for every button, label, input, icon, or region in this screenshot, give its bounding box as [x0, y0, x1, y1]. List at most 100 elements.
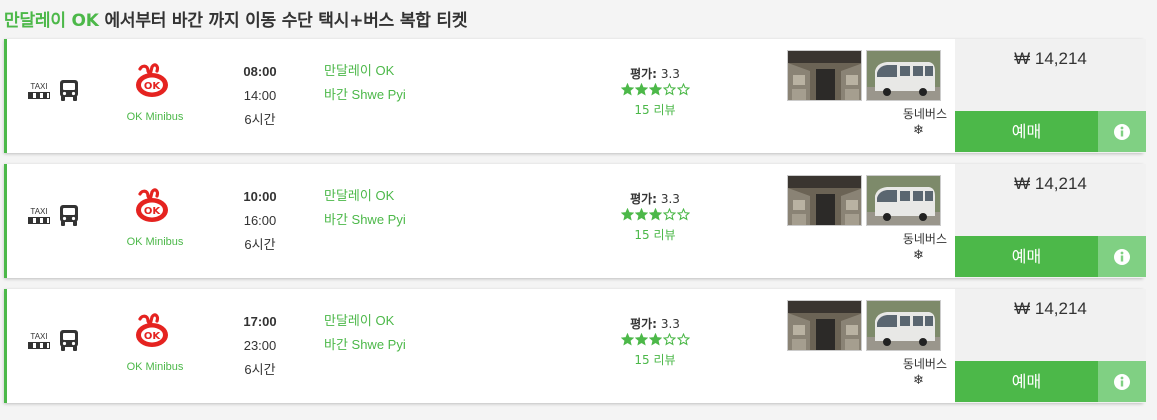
rating-stars	[605, 83, 705, 99]
reviews-link[interactable]: 15 리뷰	[605, 351, 705, 369]
star-icon	[648, 208, 662, 221]
duration: 6시간	[244, 237, 276, 252]
arrival-time: 23:00	[243, 338, 277, 353]
rating: 평가: 3.3 15 리뷰	[605, 65, 705, 119]
book-button[interactable]: 예매	[955, 361, 1098, 402]
trip-card: TAXI OK OK Minibus 10:00 16:00 6시간 만달레이 …	[4, 164, 1146, 278]
title-rest: 에서부터 바간 까지 이동 수단 택시+버스 복합 티켓	[104, 11, 468, 31]
taxi-label: TAXI	[30, 332, 48, 341]
star-icon	[634, 208, 648, 221]
star-icon	[620, 208, 634, 221]
rating: 평가: 3.3 15 리뷰	[605, 315, 705, 369]
taxi-label: TAXI	[30, 82, 48, 91]
svg-text:OK: OK	[144, 331, 162, 342]
star-icon	[676, 333, 690, 346]
star-icon	[634, 83, 648, 96]
departure-place[interactable]: 만달레이 OK	[324, 309, 406, 333]
star-icon	[648, 83, 662, 96]
transport-icons: TAXI	[27, 329, 79, 352]
departure-place[interactable]: 만달레이 OK	[324, 184, 406, 208]
star-icon	[676, 208, 690, 221]
info-icon	[1114, 123, 1130, 140]
snowflake-icon: ❄	[913, 248, 924, 263]
star-icon	[662, 208, 676, 221]
taxi-icon: TAXI	[27, 332, 51, 349]
price: ₩ 14,214	[1014, 299, 1087, 318]
rating-stars	[605, 333, 705, 349]
rating-value: 3.3	[660, 317, 680, 331]
price-panel: ₩ 14,214 예매	[955, 164, 1146, 278]
snowflake-icon: ❄	[913, 373, 924, 388]
trip-card: TAXI OK OK Minibus 17:00 23:00 6시간 만달레이 …	[4, 289, 1146, 403]
taxi-label: TAXI	[30, 207, 48, 216]
duration: 6시간	[244, 112, 276, 127]
schedule: 08:00 14:00 6시간	[222, 60, 298, 132]
bus-icon	[60, 80, 78, 101]
arrival-place[interactable]: 바간 Shwe Pyi	[324, 208, 406, 232]
info-icon	[1114, 373, 1130, 390]
schedule: 17:00 23:00 6시간	[222, 310, 298, 382]
reviews-link[interactable]: 15 리뷰	[605, 226, 705, 244]
bus-icon	[60, 330, 78, 351]
operator-name: OK Minibus	[126, 111, 184, 123]
bus-interior-photo[interactable]	[787, 300, 862, 351]
svg-text:OK: OK	[144, 206, 162, 217]
taxi-icon: TAXI	[27, 207, 51, 224]
bus-icon	[60, 205, 78, 226]
ok-logo: OK	[125, 63, 179, 103]
info-button[interactable]	[1098, 361, 1146, 402]
departure-time: 17:00	[243, 314, 277, 329]
departure-time: 08:00	[243, 64, 277, 79]
star-icon	[676, 83, 690, 96]
title-origin-suffix: OK	[71, 11, 99, 31]
svg-text:OK: OK	[144, 81, 162, 92]
transport-icons: TAXI	[27, 79, 79, 102]
rating-stars	[605, 208, 705, 224]
rating-label: 평가:	[630, 192, 657, 206]
snowflake-icon: ❄	[913, 123, 924, 138]
trip-card: TAXI OK OK Minibus 08:00 14:00 6시간 만달레이 …	[4, 39, 1146, 153]
company-name: 동네버스	[902, 232, 947, 246]
bus-exterior-photo[interactable]	[866, 175, 941, 226]
info-button[interactable]	[1098, 236, 1146, 277]
arrival-place[interactable]: 바간 Shwe Pyi	[324, 333, 406, 357]
star-icon	[648, 333, 662, 346]
operator-name: OK Minibus	[126, 361, 184, 373]
book-button[interactable]: 예매	[955, 111, 1098, 152]
company-name: 동네버스	[902, 107, 947, 121]
info-icon	[1114, 248, 1130, 265]
duration: 6시간	[244, 362, 276, 377]
ok-logo: OK	[125, 313, 179, 353]
company-name: 동네버스	[902, 357, 947, 371]
book-button[interactable]: 예매	[955, 236, 1098, 277]
star-icon	[620, 83, 634, 96]
rating-label: 평가:	[630, 317, 657, 331]
bus-exterior-photo[interactable]	[866, 50, 941, 101]
reviews-link[interactable]: 15 리뷰	[605, 101, 705, 119]
departure-time: 10:00	[243, 189, 277, 204]
star-icon	[662, 83, 676, 96]
operator-name: OK Minibus	[126, 236, 184, 248]
schedule: 10:00 16:00 6시간	[222, 185, 298, 257]
route-places: 만달레이 OK 바간 Shwe Pyi	[324, 59, 406, 107]
taxi-icon: TAXI	[27, 82, 51, 99]
info-button[interactable]	[1098, 111, 1146, 152]
price: ₩ 14,214	[1014, 49, 1087, 68]
star-icon	[634, 333, 648, 346]
arrival-time: 14:00	[243, 88, 277, 103]
ok-logo: OK	[125, 188, 179, 228]
title-origin: 만달레이	[4, 11, 66, 31]
arrival-time: 16:00	[243, 213, 277, 228]
rating-value: 3.3	[660, 67, 680, 81]
route-places: 만달레이 OK 바간 Shwe Pyi	[324, 184, 406, 232]
arrival-place[interactable]: 바간 Shwe Pyi	[324, 83, 406, 107]
price-panel: ₩ 14,214 예매	[955, 39, 1146, 153]
transport-icons: TAXI	[27, 204, 79, 227]
bus-exterior-photo[interactable]	[866, 300, 941, 351]
bus-interior-photo[interactable]	[787, 175, 862, 226]
star-icon	[662, 333, 676, 346]
price: ₩ 14,214	[1014, 174, 1087, 193]
departure-place[interactable]: 만달레이 OK	[324, 59, 406, 83]
bus-interior-photo[interactable]	[787, 50, 862, 101]
star-icon	[620, 333, 634, 346]
